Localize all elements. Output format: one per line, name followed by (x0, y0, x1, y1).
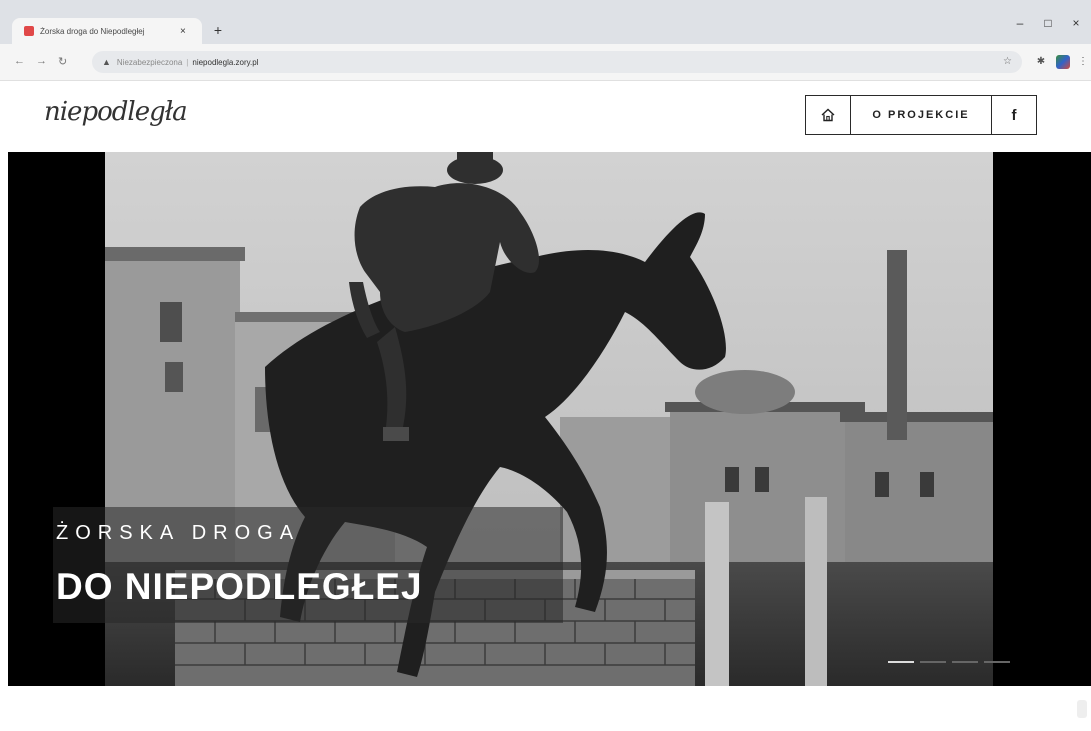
menu-dots-icon[interactable]: ⋮ (1078, 55, 1088, 69)
slider-dot[interactable] (888, 661, 914, 663)
forward-arrow-icon[interactable]: → (36, 55, 47, 67)
site-header: niepodległa O PROJEKCIE f (0, 81, 1091, 151)
main-nav: O PROJEKCIE f (805, 95, 1037, 135)
back-arrow-icon[interactable]: ← (14, 55, 25, 67)
minimize-button[interactable]: – (1010, 15, 1030, 31)
hero-slider[interactable]: ŻORSKA DROGA DO NIEPODLEGŁEJ (8, 152, 1091, 686)
slider-dot[interactable] (952, 661, 978, 663)
bookmark-star-icon[interactable]: ☆ (1003, 56, 1012, 67)
new-tab-button[interactable]: + (210, 22, 226, 38)
site-favicon-icon (24, 26, 34, 36)
maximize-button[interactable]: □ (1038, 15, 1058, 31)
warning-triangle-icon[interactable]: ▲ (102, 57, 111, 67)
tab-title: Żorska droga do Niepodległej (40, 26, 145, 36)
facebook-icon[interactable]: f (992, 96, 1036, 134)
url-separator: | (186, 57, 189, 67)
browser-tab-strip: Żorska droga do Niepodległej × + – □ × (0, 0, 1091, 44)
home-button[interactable] (806, 96, 851, 134)
scroll-indicator[interactable] (1077, 700, 1087, 718)
slider-pagination (888, 661, 1010, 663)
nav-about-project[interactable]: O PROJEKCIE (851, 96, 992, 134)
slider-dot[interactable] (920, 661, 946, 663)
extension-puzzle-icon[interactable]: ✱ (1034, 55, 1048, 69)
home-icon (821, 108, 835, 122)
browser-toolbar: ← → ↻ ▲ Niezabezpieczona | niepodlegla.z… (0, 44, 1091, 81)
close-window-button[interactable]: × (1066, 15, 1086, 31)
hero-caption-title: DO NIEPODLEGŁEJ (56, 566, 423, 607)
browser-tab[interactable]: Żorska droga do Niepodległej × (12, 18, 202, 44)
reload-icon[interactable]: ↻ (58, 55, 67, 68)
site-logo[interactable]: niepodległa (44, 97, 188, 127)
hero-caption-line1: ŻORSKA DROGA (56, 522, 301, 544)
address-bar[interactable]: ▲ Niezabezpieczona | niepodlegla.zory.pl… (92, 51, 1022, 73)
tab-close-icon[interactable]: × (180, 26, 186, 37)
slider-dot[interactable] (984, 661, 1010, 663)
url-text: niepodlegla.zory.pl (192, 57, 259, 67)
security-label: Niezabezpieczona (116, 57, 183, 67)
profile-avatar-icon[interactable]: . (1056, 55, 1070, 69)
